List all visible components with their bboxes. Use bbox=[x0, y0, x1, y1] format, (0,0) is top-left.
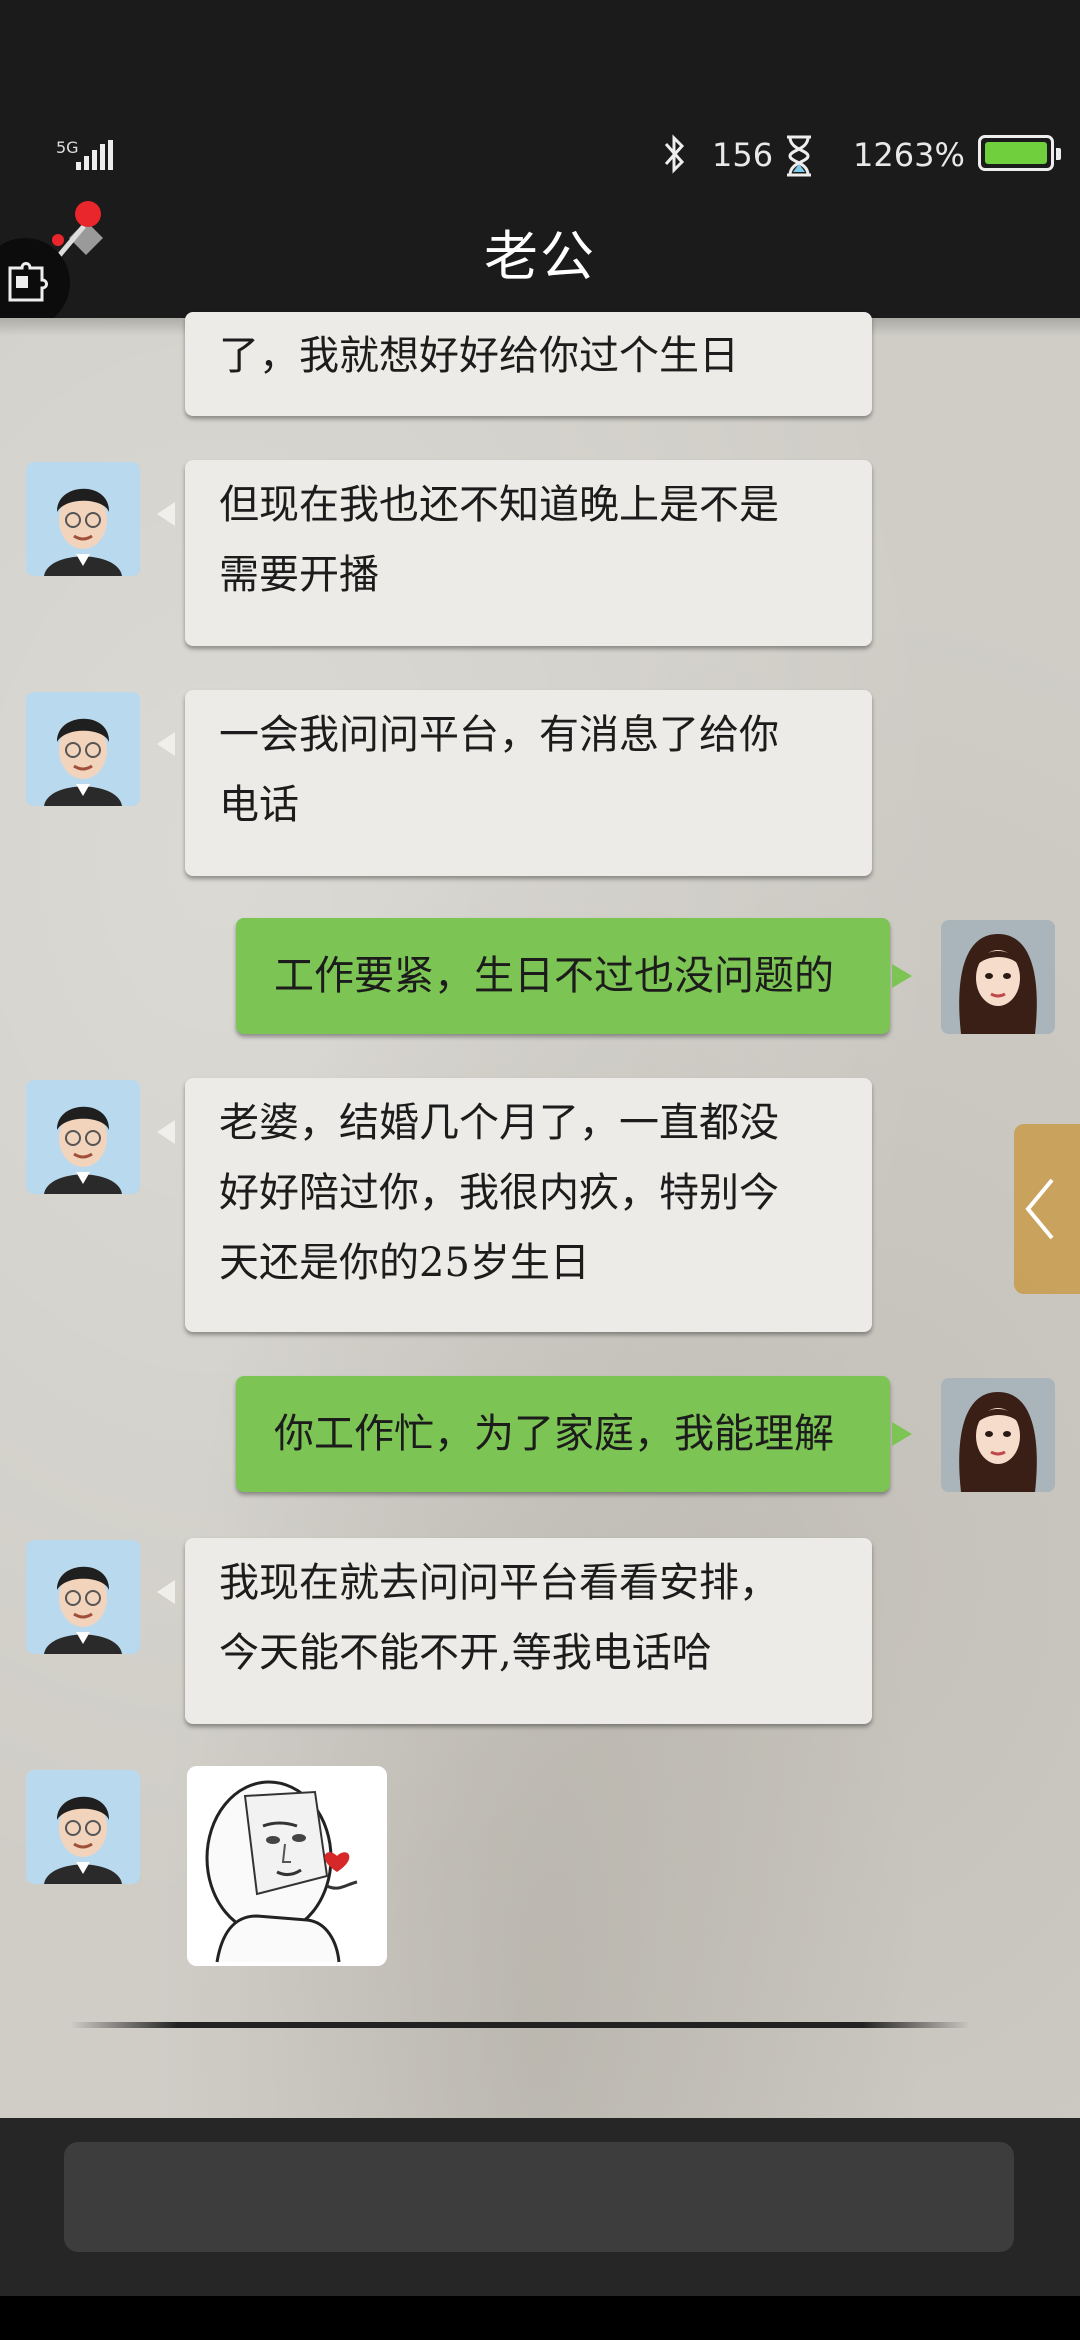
step-count: 156 bbox=[712, 136, 774, 174]
chat-title: 老公 bbox=[484, 225, 596, 288]
hourglass-icon bbox=[787, 135, 811, 177]
message-bubble-received[interactable]: 老婆，结婚几个月了，一直都没 好好陪过你，我很内疚，特别今 天还是你的25岁生日 bbox=[185, 1078, 872, 1332]
message-bubble-sent[interactable]: 工作要紧，生日不过也没问题的 bbox=[236, 918, 890, 1034]
bubble-tail bbox=[157, 1580, 175, 1604]
bubble-tail bbox=[157, 1120, 175, 1144]
bubble-tail bbox=[892, 1422, 912, 1446]
bubble-tail bbox=[157, 732, 175, 756]
husband-avatar[interactable] bbox=[26, 692, 140, 806]
bluetooth-icon bbox=[664, 134, 685, 174]
message-bubble-sent[interactable]: 你工作忙，为了家庭，我能理解 bbox=[236, 1376, 890, 1492]
my-avatar[interactable] bbox=[941, 920, 1055, 1034]
divider bbox=[70, 2022, 970, 2028]
my-avatar[interactable] bbox=[941, 1378, 1055, 1492]
message-bubble-received[interactable]: 了，我就想好好给你过个生日 bbox=[185, 312, 872, 416]
message-bubble-received[interactable]: 但现在我也还不知道晚上是不是 需要开播 bbox=[185, 460, 872, 646]
chevron-left-icon[interactable] bbox=[1020, 1174, 1060, 1244]
signal-icon bbox=[76, 140, 116, 170]
meme-sticker-icon[interactable] bbox=[187, 1766, 387, 1966]
bubble-tail bbox=[892, 964, 912, 988]
husband-avatar[interactable] bbox=[26, 1540, 140, 1654]
message-bubble-received[interactable]: 我现在就去问问平台看看安排， 今天能不能不开,等我电话哈 bbox=[185, 1538, 872, 1724]
husband-avatar[interactable] bbox=[26, 1770, 140, 1884]
message-bubble-received[interactable]: 一会我问问平台，有消息了给你 电话 bbox=[185, 690, 872, 876]
bubble-tail bbox=[157, 502, 175, 526]
message-input[interactable] bbox=[64, 2142, 1014, 2252]
husband-avatar[interactable] bbox=[26, 1080, 140, 1194]
husband-avatar[interactable] bbox=[26, 462, 140, 576]
bottom-bar bbox=[0, 2296, 1080, 2340]
battery-percent: 1263% bbox=[853, 136, 965, 174]
battery-icon bbox=[978, 135, 1061, 171]
